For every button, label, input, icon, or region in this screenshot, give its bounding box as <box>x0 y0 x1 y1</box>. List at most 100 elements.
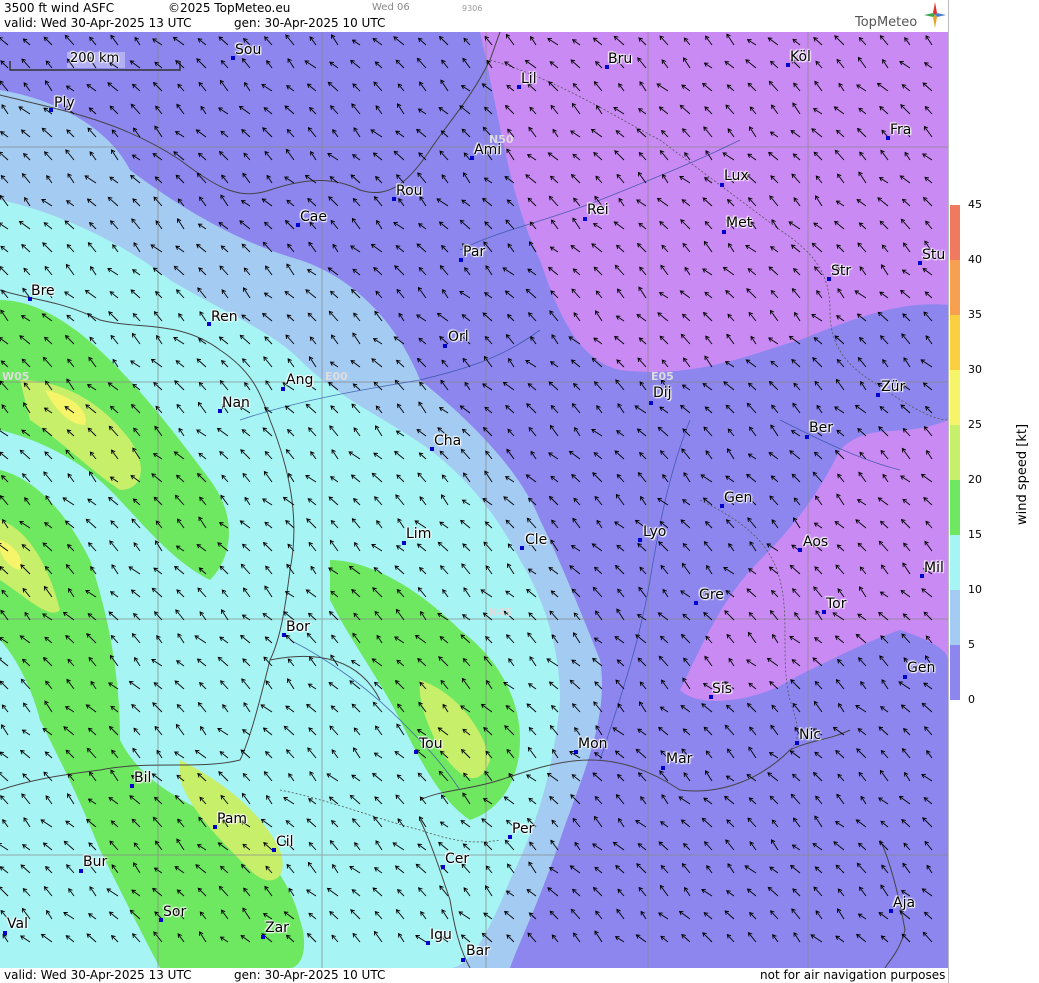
city-label-ren[interactable]: Ren <box>211 309 238 325</box>
colorbar <box>950 205 960 700</box>
colorbar-tick-label: 40 <box>968 253 982 266</box>
city-dot <box>49 108 53 112</box>
city-label-gen-genoa[interactable]: Gen <box>907 660 935 676</box>
city-label-lux[interactable]: Lux <box>724 168 749 184</box>
city-label-nic[interactable]: Nic <box>799 727 821 743</box>
city-label-bor[interactable]: Bor <box>286 619 310 635</box>
grid-label-n45: N45 <box>488 606 513 619</box>
city-dot <box>638 538 642 542</box>
city-label-mar[interactable]: Mar <box>666 751 692 767</box>
city-dot <box>876 393 880 397</box>
colorbar-segment <box>950 260 960 315</box>
city-label-gre[interactable]: Gre <box>699 587 724 603</box>
city-label-stu[interactable]: Stu <box>922 247 945 263</box>
city-label-cae[interactable]: Cae <box>300 209 327 225</box>
disclaimer-text: not for air navigation purposes <box>760 968 946 982</box>
colorbar-tick-label: 15 <box>968 528 982 541</box>
colorbar-tick-label: 0 <box>968 693 975 706</box>
city-label-sis[interactable]: Sis <box>712 681 732 697</box>
city-dot <box>649 401 653 405</box>
city-label-per[interactable]: Per <box>512 821 534 837</box>
city-label-dij[interactable]: Dij <box>653 385 672 401</box>
footer-generated-time: gen: 30-Apr-2025 10 UTC <box>234 968 386 982</box>
colorbar-segment <box>950 645 960 700</box>
brand-name: TopMeteo <box>855 15 918 30</box>
city-dot <box>443 344 447 348</box>
colorbar-segment <box>950 370 960 425</box>
copyright-text: ©2025 TopMeteo.eu <box>168 1 291 15</box>
colorbar-segment <box>950 315 960 370</box>
city-label-orl[interactable]: Orl <box>448 329 469 345</box>
city-label-cha[interactable]: Cha <box>434 433 461 449</box>
city-label-sou[interactable]: Sou <box>235 42 261 58</box>
city-label-mon[interactable]: Mon <box>578 736 608 752</box>
city-label-str[interactable]: Str <box>831 263 851 279</box>
footer-bar: valid: Wed 30-Apr-2025 13 UTC gen: 30-Ap… <box>0 968 948 983</box>
compass-logo-icon <box>924 2 946 28</box>
colorbar-tick-label: 25 <box>968 418 982 431</box>
colorbar-tick-label: 5 <box>968 638 975 651</box>
city-label-par[interactable]: Par <box>463 244 485 260</box>
city-label-lil[interactable]: Lil <box>521 71 537 87</box>
city-label-pam[interactable]: Pam <box>217 811 247 827</box>
city-dot <box>461 958 465 962</box>
city-label-bre[interactable]: Bre <box>31 283 55 299</box>
city-label-ang[interactable]: Ang <box>286 372 313 388</box>
colorbar-tick-label: 35 <box>968 308 982 321</box>
run-code: 9306 <box>462 4 483 13</box>
footer-valid-time: valid: Wed 30-Apr-2025 13 UTC <box>4 968 192 982</box>
city-label-mil[interactable]: Mil <box>924 560 944 576</box>
city-label-ami[interactable]: Ami <box>474 142 501 158</box>
wind-map[interactable]: 200 km N50 N45 W05 E00 E05 Sou Ply Lil B… <box>0 32 948 968</box>
city-label-aos[interactable]: Aos <box>803 534 828 550</box>
colorbar-segment <box>950 590 960 645</box>
city-label-nan[interactable]: Nan <box>222 395 250 411</box>
city-label-zar[interactable]: Zar <box>265 920 289 936</box>
city-label-cer[interactable]: Cer <box>445 851 469 867</box>
city-label-bur[interactable]: Bur <box>83 854 107 870</box>
colorbar-segment <box>950 425 960 480</box>
city-label-ply[interactable]: Ply <box>54 95 75 111</box>
city-label-lyo[interactable]: Lyo <box>643 524 666 540</box>
city-label-lim[interactable]: Lim <box>406 526 431 542</box>
city-label-bru[interactable]: Bru <box>608 51 632 67</box>
city-label-tor[interactable]: Tor <box>826 596 847 612</box>
city-label-kol[interactable]: Köl <box>790 49 811 65</box>
scale-bar-label: 200 km <box>70 51 120 66</box>
city-label-rei[interactable]: Rei <box>587 202 609 218</box>
colorbar-label: wind speed [kt] <box>1015 423 1030 525</box>
city-label-cle[interactable]: Cle <box>525 532 547 548</box>
colorbar-tick-label: 30 <box>968 363 982 376</box>
city-label-fra[interactable]: Fra <box>890 122 911 138</box>
generated-time: gen: 30-Apr-2025 10 UTC <box>234 16 386 30</box>
city-label-bil[interactable]: Bil <box>134 770 151 786</box>
city-dot <box>414 750 418 754</box>
city-label-gen-geneva[interactable]: Gen <box>724 490 752 506</box>
city-label-ber[interactable]: Ber <box>809 420 833 436</box>
colorbar-tick-label: 10 <box>968 583 982 596</box>
grid-label-e00: E00 <box>325 370 348 383</box>
city-label-met[interactable]: Met <box>726 215 752 231</box>
city-label-rou[interactable]: Rou <box>396 183 423 199</box>
city-label-val[interactable]: Val <box>7 916 28 932</box>
city-label-igu[interactable]: Igu <box>430 927 452 943</box>
city-label-zur[interactable]: Zür <box>881 379 905 395</box>
valid-time: valid: Wed 30-Apr-2025 13 UTC <box>4 16 192 30</box>
city-dot <box>694 601 698 605</box>
wind-speed-field <box>0 32 948 968</box>
city-label-cil[interactable]: Cil <box>276 834 294 850</box>
city-label-tou[interactable]: Tou <box>419 736 443 752</box>
city-dot <box>798 548 802 552</box>
header-bar: 3500 ft wind ASFC ©2025 TopMeteo.eu Wed … <box>0 0 948 32</box>
colorbar-segment <box>950 480 960 535</box>
colorbar-tick-label: 45 <box>968 198 982 211</box>
city-dot <box>281 387 285 391</box>
colorbar-segment <box>950 205 960 260</box>
run-day: Wed 06 <box>372 2 410 13</box>
city-dot <box>661 766 665 770</box>
city-label-bar[interactable]: Bar <box>466 943 490 959</box>
product-title: 3500 ft wind ASFC <box>4 1 115 15</box>
city-label-sor[interactable]: Sor <box>163 904 186 920</box>
city-label-aja[interactable]: Aja <box>893 895 915 911</box>
colorbar-tick-label: 20 <box>968 473 982 486</box>
